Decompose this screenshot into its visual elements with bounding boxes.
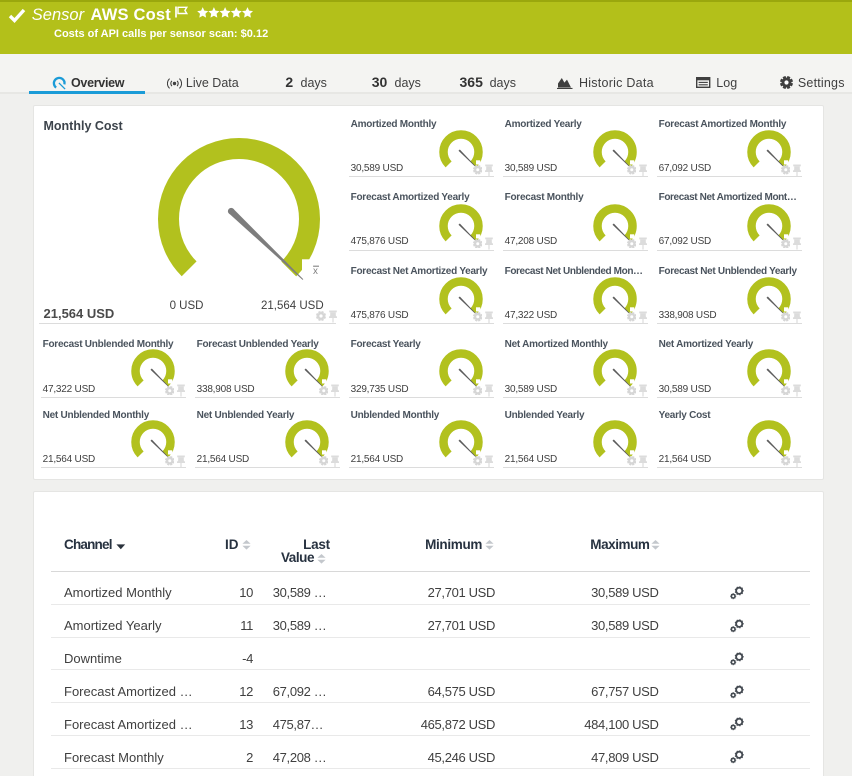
svg-text:x: x: [313, 265, 318, 276]
